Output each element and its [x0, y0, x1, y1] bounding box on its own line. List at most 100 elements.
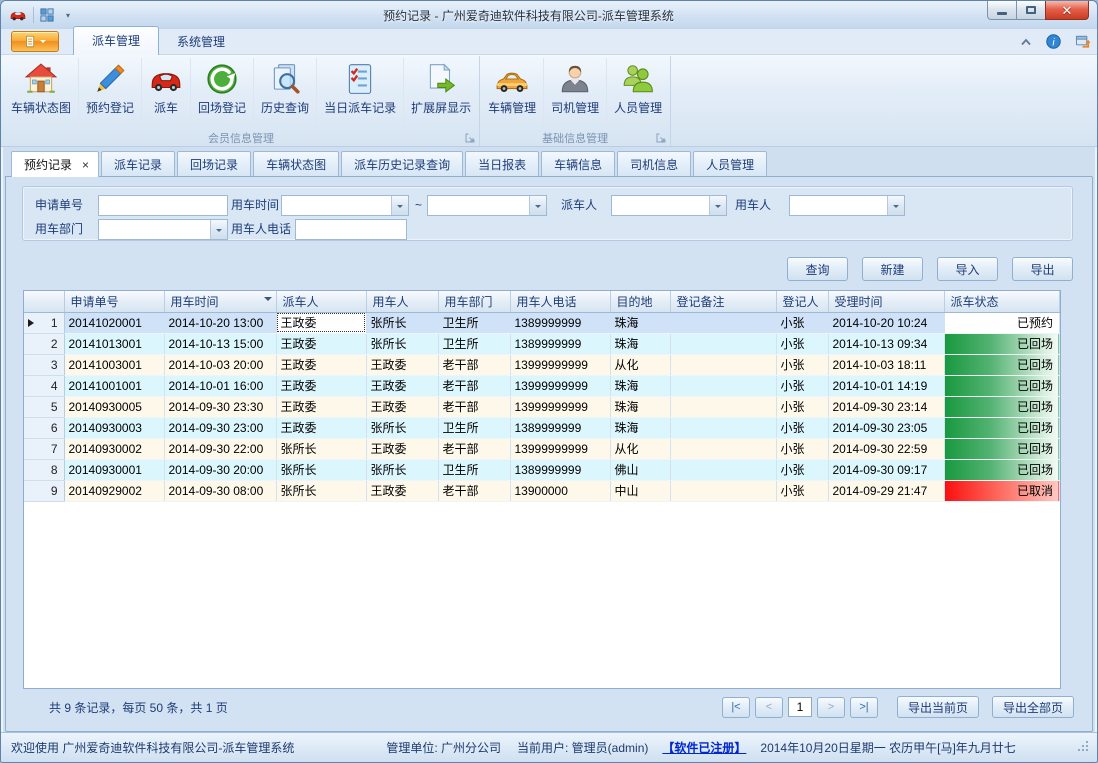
import-button[interactable]: 导入 — [937, 257, 998, 281]
cell-department[interactable]: 老干部 — [438, 480, 510, 501]
cell-destination[interactable]: 中山 — [610, 480, 670, 501]
cell-dispatcher[interactable]: 张所长 — [276, 480, 366, 501]
table-row[interactable]: 4201410010012014-10-01 16:00王政委王政委老干部139… — [24, 375, 1060, 396]
row-indicator-cell[interactable]: 3 — [24, 354, 64, 375]
maximize-button[interactable] — [1017, 1, 1045, 20]
export-current-page-button[interactable]: 导出当前页 — [897, 696, 979, 718]
cell-department[interactable]: 卫生所 — [438, 333, 510, 354]
license-link[interactable]: 【软件已注册】 — [662, 739, 746, 756]
cell-use-time[interactable]: 2014-10-13 15:00 — [164, 333, 276, 354]
cell-dispatcher[interactable]: 王政委 — [276, 396, 366, 417]
pager-page-input[interactable] — [788, 697, 812, 717]
cell-phone[interactable]: 13999999999 — [510, 396, 610, 417]
cell-phone[interactable]: 13999999999 — [510, 354, 610, 375]
cell-phone[interactable]: 1389999999 — [510, 312, 610, 333]
window-switch-icon[interactable] — [1075, 34, 1091, 49]
column-header[interactable]: 用车人 — [366, 291, 438, 312]
cell-use-time[interactable]: 2014-09-30 22:00 — [164, 438, 276, 459]
cell-department[interactable]: 老干部 — [438, 354, 510, 375]
row-indicator-cell[interactable]: 2 — [24, 333, 64, 354]
cell-order-no[interactable]: 20140929002 — [64, 480, 164, 501]
ribbon-tab-system[interactable]: 系统管理 — [159, 28, 243, 54]
table-row[interactable]: 6201409300032014-09-30 23:00王政委张所长卫生所138… — [24, 417, 1060, 438]
row-indicator-cell[interactable]: 6 — [24, 417, 64, 438]
order-no-input[interactable] — [98, 195, 228, 216]
cell-dispatcher[interactable]: 王政委 — [276, 354, 366, 375]
cell-department[interactable]: 卫生所 — [438, 417, 510, 438]
use-time-from-combo[interactable] — [281, 195, 409, 216]
cell-department[interactable]: 卫生所 — [438, 312, 510, 333]
cell-dispatch-status[interactable]: 已回场 — [944, 333, 1060, 354]
query-button[interactable]: 查询 — [787, 257, 848, 281]
doc-tab[interactable]: 当日报表 — [465, 151, 539, 176]
cell-order-no[interactable]: 20140930001 — [64, 459, 164, 480]
ribbon-button[interactable]: 历史查询 — [254, 58, 317, 129]
cell-dispatch-status[interactable]: 已回场 — [944, 459, 1060, 480]
cell-phone[interactable]: 1389999999 — [510, 417, 610, 438]
doc-tab[interactable]: 司机信息 — [617, 151, 691, 176]
doc-tab[interactable]: 车辆状态图 — [253, 151, 339, 176]
cell-use-time[interactable]: 2014-10-03 20:00 — [164, 354, 276, 375]
column-header[interactable]: 登记备注 — [670, 291, 776, 312]
row-indicator-cell[interactable]: 9 — [24, 480, 64, 501]
cell-registrar[interactable]: 小张 — [776, 459, 828, 480]
cell-phone[interactable]: 13999999999 — [510, 438, 610, 459]
cell-registrar[interactable]: 小张 — [776, 312, 828, 333]
row-indicator-cell[interactable]: 5 — [24, 396, 64, 417]
column-header[interactable]: 派车人 — [276, 291, 366, 312]
cell-dispatch-status[interactable]: 已回场 — [944, 375, 1060, 396]
cell-user[interactable]: 张所长 — [366, 312, 438, 333]
cell-user[interactable]: 张所长 — [366, 333, 438, 354]
collapse-ribbon-chevron-icon[interactable] — [1020, 37, 1032, 46]
cell-use-time[interactable]: 2014-10-20 13:00 — [164, 312, 276, 333]
cell-user[interactable]: 王政委 — [366, 438, 438, 459]
table-row[interactable]: 1201410200012014-10-20 13:00王政委张所长卫生所138… — [24, 312, 1060, 333]
pager-last-button[interactable]: >| — [850, 697, 878, 718]
cell-use-time[interactable]: 2014-09-30 23:00 — [164, 417, 276, 438]
cell-accept-time[interactable]: 2014-10-03 18:11 — [828, 354, 944, 375]
new-button[interactable]: 新建 — [862, 257, 923, 281]
cell-order-no[interactable]: 20141003001 — [64, 354, 164, 375]
cell-dispatch-status[interactable]: 已回场 — [944, 354, 1060, 375]
dropdown-button[interactable] — [709, 196, 726, 215]
pager-first-button[interactable]: |< — [722, 697, 750, 718]
cell-destination[interactable]: 珠海 — [610, 396, 670, 417]
table-row[interactable]: 3201410030012014-10-03 20:00王政委王政委老干部139… — [24, 354, 1060, 375]
table-row[interactable]: 7201409300022014-09-30 22:00张所长王政委老干部139… — [24, 438, 1060, 459]
cell-dispatch-status[interactable]: 已回场 — [944, 438, 1060, 459]
doc-tab[interactable]: 派车历史记录查询 — [341, 151, 463, 176]
cell-order-no[interactable]: 20140930002 — [64, 438, 164, 459]
cell-registrar[interactable]: 小张 — [776, 375, 828, 396]
cell-dispatcher[interactable]: 王政委 — [276, 312, 366, 333]
cell-use-time[interactable]: 2014-10-01 16:00 — [164, 375, 276, 396]
pager-prev-button[interactable]: < — [755, 697, 783, 718]
cell-accept-time[interactable]: 2014-09-29 21:47 — [828, 480, 944, 501]
doc-tab[interactable]: 预约记录× — [11, 151, 99, 177]
dropdown-button[interactable] — [391, 196, 408, 215]
cell-accept-time[interactable]: 2014-10-01 14:19 — [828, 375, 944, 396]
row-indicator-cell[interactable]: 1 — [24, 312, 64, 333]
cell-use-time[interactable]: 2014-09-30 23:30 — [164, 396, 276, 417]
dialog-launcher-icon[interactable] — [656, 133, 666, 143]
column-header[interactable]: 用车部门 — [438, 291, 510, 312]
cell-department[interactable]: 老干部 — [438, 375, 510, 396]
department-combo[interactable] — [98, 219, 228, 240]
cell-accept-time[interactable]: 2014-09-30 09:17 — [828, 459, 944, 480]
pager-next-button[interactable]: > — [817, 697, 845, 718]
cell-remark[interactable] — [670, 438, 776, 459]
cell-destination[interactable]: 珠海 — [610, 417, 670, 438]
cell-remark[interactable] — [670, 312, 776, 333]
doc-tab[interactable]: 派车记录 — [101, 151, 175, 176]
cell-registrar[interactable]: 小张 — [776, 480, 828, 501]
cell-user[interactable]: 张所长 — [366, 459, 438, 480]
info-icon[interactable]: i — [1046, 34, 1061, 49]
ribbon-button[interactable]: 人员管理 — [607, 58, 669, 129]
cell-dispatch-status[interactable]: 已回场 — [944, 417, 1060, 438]
export-all-pages-button[interactable]: 导出全部页 — [992, 696, 1074, 718]
cell-destination[interactable]: 珠海 — [610, 312, 670, 333]
table-row[interactable]: 2201410130012014-10-13 15:00王政委张所长卫生所138… — [24, 333, 1060, 354]
ribbon-button[interactable]: 当日派车记录 — [317, 58, 404, 129]
cell-remark[interactable] — [670, 480, 776, 501]
doc-tab[interactable]: 车辆信息 — [541, 151, 615, 176]
cell-use-time[interactable]: 2014-09-30 20:00 — [164, 459, 276, 480]
